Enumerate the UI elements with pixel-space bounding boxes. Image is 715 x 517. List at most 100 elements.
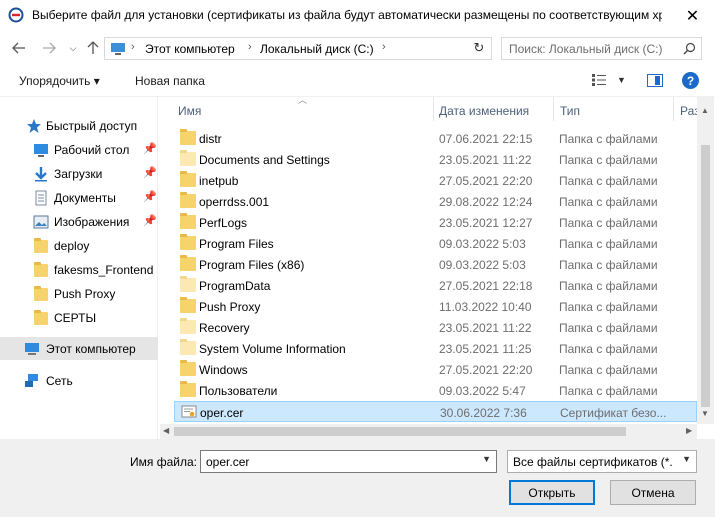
file-row[interactable]: Пользователи 09.03.2022 5:47 Папка с фай… <box>174 380 697 401</box>
scroll-down-icon[interactable]: ▼ <box>701 409 709 418</box>
file-name: ProgramData <box>199 279 271 293</box>
sidebar-item-downloads[interactable]: Загрузки 📌 <box>0 162 158 185</box>
sidebar-item-network[interactable]: Сеть <box>0 369 158 392</box>
horizontal-scroll-thumb[interactable] <box>174 427 626 436</box>
file-name: Пользователи <box>199 384 278 398</box>
scroll-right-icon[interactable]: ▶ <box>686 426 692 435</box>
column-header-date[interactable]: Дата изменения <box>434 97 554 121</box>
scroll-left-icon[interactable]: ◀ <box>163 426 169 435</box>
help-button[interactable]: ? <box>682 72 699 89</box>
file-row[interactable]: Push Proxy 11.03.2022 10:40 Папка с файл… <box>174 296 697 317</box>
file-row[interactable]: System Volume Information 23.05.2021 11:… <box>174 338 697 359</box>
file-date: 27.05.2021 22:20 <box>439 363 533 377</box>
horizontal-scrollbar[interactable]: ◀ ▶ <box>160 424 697 439</box>
folder-icon <box>34 238 48 253</box>
file-row[interactable]: Recovery 23.05.2021 11:22 Папка с файлам… <box>174 317 697 338</box>
file-name: System Volume Information <box>199 342 346 356</box>
sidebar-item-desktop[interactable]: Рабочий стол 📌 <box>0 138 158 161</box>
vertical-scroll-thumb[interactable] <box>701 145 710 407</box>
sidebar-item-label: Документы <box>54 191 116 205</box>
search-placeholder: Поиск: Локальный диск (C:) <box>509 42 663 56</box>
sidebar-item-deploy[interactable]: deploy <box>0 234 158 257</box>
sidebar-item-this-pc[interactable]: Этот компьютер <box>0 337 158 360</box>
file-type-filter[interactable]: Все файлы сертификатов (*.ce ▼ <box>507 450 697 473</box>
chevron-down-icon[interactable]: ▼ <box>482 454 491 464</box>
new-folder-button[interactable]: Новая папка <box>135 74 205 88</box>
file-row[interactable]: Windows 27.05.2021 22:20 Папка с файлами <box>174 359 697 380</box>
file-row[interactable]: operrdss.001 29.08.2022 12:24 Папка с фа… <box>174 191 697 212</box>
search-input[interactable]: Поиск: Локальный диск (C:) <box>501 37 702 60</box>
file-date: 07.06.2021 22:15 <box>439 132 533 146</box>
chevron-down-icon: ⌵ <box>69 42 77 53</box>
column-header-size[interactable]: Раз <box>674 97 700 121</box>
file-row-selected[interactable]: oper.cer 30.06.2022 7:36 Сертификат безо… <box>174 401 697 422</box>
hidden-folder-icon <box>180 276 196 292</box>
up-button[interactable] <box>84 39 102 57</box>
sidebar-item-certs[interactable]: СЕРТЫ <box>0 306 158 329</box>
scroll-up-icon[interactable]: ▲ <box>701 106 709 115</box>
star-icon <box>27 119 41 133</box>
address-bar[interactable]: › Этот компьютер › Локальный диск (C:) ›… <box>104 37 556 60</box>
close-button[interactable]: ✕ <box>670 0 715 31</box>
sidebar-item-quick-access[interactable]: Быстрый доступ <box>0 114 158 137</box>
sidebar-item-label: Push Proxy <box>54 287 116 301</box>
folder-icon <box>180 213 196 229</box>
file-row[interactable]: Documents and Settings 23.05.2021 11:22 … <box>174 149 697 170</box>
search-icon <box>683 42 696 55</box>
file-list: ︿ Имя Дата изменения Тип Раз distr 07.06… <box>160 95 715 439</box>
breadcrumb-local-disk[interactable]: Локальный диск (C:) <box>260 42 374 56</box>
folder-icon <box>180 297 196 313</box>
sidebar-item-label: Сеть <box>46 374 73 388</box>
breadcrumb-this-pc[interactable]: Этот компьютер <box>145 42 235 56</box>
file-name: Program Files <box>199 237 274 251</box>
sidebar-item-fakesms-frontend[interactable]: fakesms_Frontend <box>0 258 158 281</box>
column-header-type[interactable]: Тип <box>554 97 674 121</box>
column-header-name[interactable]: ︿ Имя <box>160 95 434 121</box>
file-name: Recovery <box>199 321 250 335</box>
column-header-label: Дата изменения <box>439 104 530 118</box>
file-row[interactable]: Program Files 09.03.2022 5:03 Папка с фа… <box>174 233 697 254</box>
vertical-scrollbar[interactable]: ▲ ▼ <box>697 97 714 424</box>
folder-icon <box>180 255 196 271</box>
refresh-button[interactable]: ↻ <box>470 39 488 57</box>
folder-icon <box>180 192 196 208</box>
open-button[interactable]: Открыть <box>509 480 595 505</box>
view-dropdown-icon[interactable]: ▼ <box>617 75 626 85</box>
file-date: 23.05.2021 12:27 <box>439 216 533 230</box>
file-name: Push Proxy <box>199 300 261 314</box>
file-row[interactable]: PerfLogs 23.05.2021 12:27 Папка с файлам… <box>174 212 697 233</box>
back-button[interactable] <box>10 39 28 57</box>
file-row[interactable]: Program Files (x86) 09.03.2022 5:03 Папк… <box>174 254 697 275</box>
hidden-folder-icon <box>180 339 196 355</box>
file-type: Папка с файлами <box>559 195 658 209</box>
folder-icon <box>180 171 196 187</box>
chevron-down-icon[interactable]: ▼ <box>682 454 691 464</box>
command-bar: Упорядочить ▾ Новая папка ▼ ? <box>0 65 715 97</box>
preview-pane-icon[interactable] <box>647 74 663 87</box>
breadcrumb-separator-icon: › <box>248 41 252 53</box>
column-header-label: Имя <box>178 104 202 118</box>
certificate-icon <box>181 405 197 418</box>
file-row[interactable]: ProgramData 27.05.2021 22:18 Папка с фай… <box>174 275 697 296</box>
folder-icon <box>180 381 196 397</box>
organize-button[interactable]: Упорядочить ▾ <box>19 74 100 88</box>
sidebar-item-documents[interactable]: Документы 📌 <box>0 186 158 209</box>
navigation-bar: ⌵ › Этот компьютер › Локальный диск (C:)… <box>0 31 715 65</box>
pin-icon: 📌 <box>143 215 157 227</box>
cancel-button[interactable]: Отмена <box>610 480 696 505</box>
view-options-icon[interactable] <box>591 73 607 87</box>
documents-icon <box>35 190 47 206</box>
file-row[interactable]: inetpub 27.05.2021 22:20 Папка с файлами <box>174 170 697 191</box>
file-type-filter-value: Все файлы сертификатов (*.ce <box>513 455 673 469</box>
filename-input[interactable]: oper.cer ▼ <box>200 450 497 473</box>
download-icon <box>35 167 47 182</box>
sidebar-item-pictures[interactable]: Изображения 📌 <box>0 210 158 233</box>
navigation-pane: Быстрый доступ Рабочий стол 📌 Загрузки 📌… <box>0 97 158 439</box>
recent-locations-button[interactable]: ⌵ <box>64 39 82 57</box>
forward-button[interactable] <box>40 39 58 57</box>
refresh-icon: ↻ <box>473 40 485 55</box>
file-name: PerfLogs <box>199 216 248 230</box>
file-row[interactable]: distr 07.06.2021 22:15 Папка с файлами <box>174 128 697 149</box>
forward-arrow-icon <box>43 42 56 54</box>
sidebar-item-push-proxy[interactable]: Push Proxy <box>0 282 158 305</box>
